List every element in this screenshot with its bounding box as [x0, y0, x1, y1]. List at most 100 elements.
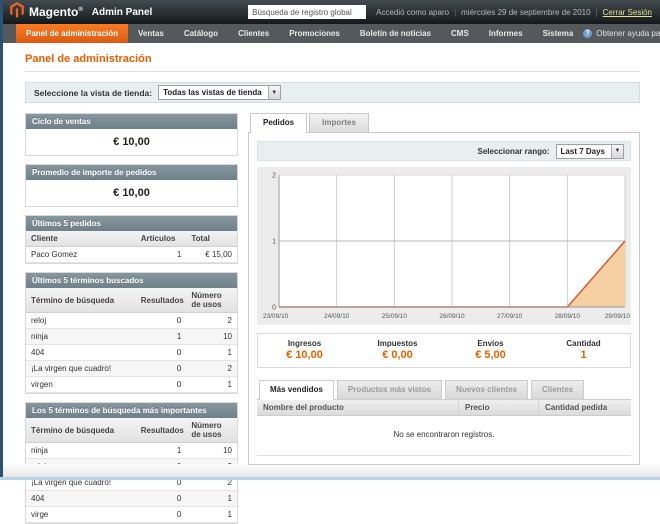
svg-text:1: 1 — [272, 239, 276, 246]
table-row[interactable]: virge 0 1 — [26, 507, 237, 523]
average-orders-card: Promedio de importe de pedidos € 10,00 — [25, 164, 238, 207]
page-content: Panel de administración Seleccione la vi… — [0, 43, 660, 524]
orders-chart-area: 01223/09/1024/09/1025/09/1026/09/1027/09… — [257, 167, 631, 325]
lifetime-sales-value: € 10,00 — [26, 129, 237, 155]
magento-m-icon — [10, 2, 24, 23]
store-view-label: Seleccione la vista de tienda: — [34, 88, 152, 98]
table-row[interactable]: 404 0 1 — [26, 491, 237, 507]
nav-item-boletin[interactable]: Boletín de noticias — [350, 24, 441, 43]
table-row[interactable]: ninja 1 10 — [26, 329, 237, 345]
current-date-text: miércoles 29 de septiembre de 2010 — [461, 8, 590, 17]
table-row[interactable]: ninja 1 10 — [26, 443, 237, 459]
table-row[interactable]: reloj 0 2 — [26, 313, 237, 329]
product-tabs: Más vendidos Productos más vistos Nuevos… — [257, 380, 631, 399]
last-search-terms-card: Últimos 5 términos buscados Término de b… — [25, 272, 238, 394]
column-header: Artículos — [136, 231, 187, 247]
column-header-qty: Cantidad pedida — [539, 400, 631, 415]
svg-text:2: 2 — [272, 173, 276, 180]
svg-text:27/09/10: 27/09/10 — [497, 313, 523, 320]
column-header: Resultados — [136, 418, 187, 443]
get-help-link[interactable]: ? Obtener ayuda para esta página — [583, 24, 660, 43]
footer-space — [3, 464, 660, 477]
left-column: Ciclo de ventas € 10,00 Promedio de impo… — [25, 113, 238, 524]
column-header-price: Precio — [459, 400, 539, 415]
logout-link[interactable]: Cerrar Sesión — [603, 8, 652, 17]
page-title: Panel de administración — [25, 53, 640, 65]
svg-text:25/09/10: 25/09/10 — [382, 313, 408, 320]
top-search-terms-card: Los 5 términos de búsqueda más important… — [25, 402, 238, 524]
store-view-select[interactable]: Todas las vistas de tienda ▼ — [158, 85, 281, 100]
last-orders-table: Cliente Artículos Total Paco Gomez 1 € 1… — [26, 231, 237, 263]
get-help-label: Obtener ayuda para esta página — [596, 29, 660, 38]
empty-records-message: No se encontraron registros. — [257, 416, 631, 456]
lifetime-sales-card: Ciclo de ventas € 10,00 — [25, 113, 238, 156]
orders-panel: Seleccionar rango: Last 7 Days ▼ 0 1 2 23/0… — [248, 132, 640, 465]
tab-clientes[interactable]: Clientes — [531, 380, 584, 399]
range-label: Seleccionar rango: — [478, 147, 550, 156]
logged-in-as-text: Accedió como aparo — [376, 8, 449, 17]
store-view-selected-value: Todas las vistas de tienda — [163, 88, 262, 97]
svg-text:0: 0 — [272, 305, 276, 312]
login-info: Accedió como aparo | miércoles 29 de sep… — [376, 8, 652, 17]
brand-name: Magento® — [29, 5, 83, 19]
last-search-terms-table: Término de búsqueda Resultados Número de… — [26, 288, 237, 393]
global-search-input[interactable] — [248, 5, 366, 19]
table-row[interactable]: virgen 0 1 — [26, 377, 237, 393]
title-divider — [25, 71, 640, 72]
nav-item-informes[interactable]: Informes — [479, 24, 533, 43]
nav-item-clientes[interactable]: Clientes — [228, 24, 279, 43]
main-nav: Panel de administración Ventas Catálogo … — [0, 24, 660, 43]
column-header: Cliente — [26, 231, 136, 247]
last-search-terms-title: Últimos 5 términos buscados — [26, 273, 237, 288]
trademark-symbol: ® — [78, 7, 82, 13]
dashboard-main: Pedidos Importes Seleccionar rango: Last… — [248, 113, 640, 524]
tab-mas-vendidos[interactable]: Más vendidos — [259, 380, 334, 400]
svg-text:29/09/10: 29/09/10 — [605, 313, 631, 320]
column-header: Número de usos — [186, 288, 237, 313]
column-header: Número de usos — [186, 418, 237, 443]
window-left-border — [0, 0, 3, 480]
nav-item-cms[interactable]: CMS — [441, 24, 479, 43]
average-orders-title: Promedio de importe de pedidos — [26, 165, 237, 180]
total-cantidad: Cantidad 1 — [537, 334, 630, 367]
tab-importes[interactable]: Importes — [309, 113, 369, 132]
nav-item-catalogo[interactable]: Catálogo — [174, 24, 228, 43]
total-envios: Envíos € 5,00 — [444, 334, 537, 367]
nav-item-sistema[interactable]: Sistema — [533, 24, 584, 43]
svg-text:28/09/10: 28/09/10 — [555, 313, 581, 320]
total-ingresos: Ingresos € 10,00 — [258, 334, 351, 367]
column-header: Total — [186, 231, 237, 247]
separator: | — [596, 8, 598, 17]
tab-productos-mas-vistos[interactable]: Productos más vistos — [337, 380, 442, 399]
totals-bar: Ingresos € 10,00 Impuestos € 0,00 Envíos… — [257, 333, 631, 368]
total-impuestos: Impuestos € 0,00 — [351, 334, 444, 367]
table-row[interactable]: ¡La virgen que cuadro! 0 2 — [26, 361, 237, 377]
top-header: Magento® Admin Panel Accedió como aparo … — [0, 0, 660, 24]
tab-pedidos[interactable]: Pedidos — [250, 113, 307, 133]
nav-item-panel-de-administracion[interactable]: Panel de administración — [16, 24, 128, 43]
grid-header: Nombre del producto Precio Cantidad pedi… — [257, 400, 631, 416]
table-row[interactable]: Paco Gomez 1 € 15,00 — [26, 247, 237, 263]
separator: | — [454, 8, 456, 17]
column-header-product: Nombre del producto — [257, 400, 459, 415]
orders-amounts-tabs: Pedidos Importes — [248, 113, 640, 132]
range-bar: Seleccionar rango: Last 7 Days ▼ — [257, 141, 631, 161]
orders-chart: 01223/09/1024/09/1025/09/1026/09/1027/09… — [257, 167, 631, 325]
top-search-terms-title: Los 5 términos de búsqueda más important… — [26, 403, 237, 418]
range-select[interactable]: Last 7 Days ▼ — [556, 144, 624, 159]
table-row[interactable]: 404 0 1 — [26, 345, 237, 361]
magento-logo: Magento® Admin Panel — [10, 2, 152, 23]
last-orders-title: Últimos 5 pedidos — [26, 216, 237, 231]
help-icon: ? — [583, 29, 592, 38]
average-orders-value: € 10,00 — [26, 180, 237, 206]
bestsellers-grid: Nombre del producto Precio Cantidad pedi… — [257, 399, 631, 456]
chevron-down-icon: ▼ — [611, 145, 623, 158]
tab-nuevos-clientes[interactable]: Nuevos clientes — [445, 380, 528, 399]
column-header: Término de búsqueda — [26, 288, 136, 313]
svg-text:23/09/10: 23/09/10 — [263, 313, 289, 320]
nav-item-promociones[interactable]: Promociones — [279, 24, 350, 43]
brand-suffix: Admin Panel — [92, 7, 153, 18]
column-header: Resultados — [136, 288, 187, 313]
nav-item-ventas[interactable]: Ventas — [128, 24, 174, 43]
last-orders-card: Últimos 5 pedidos Cliente Artículos Tota… — [25, 215, 238, 264]
